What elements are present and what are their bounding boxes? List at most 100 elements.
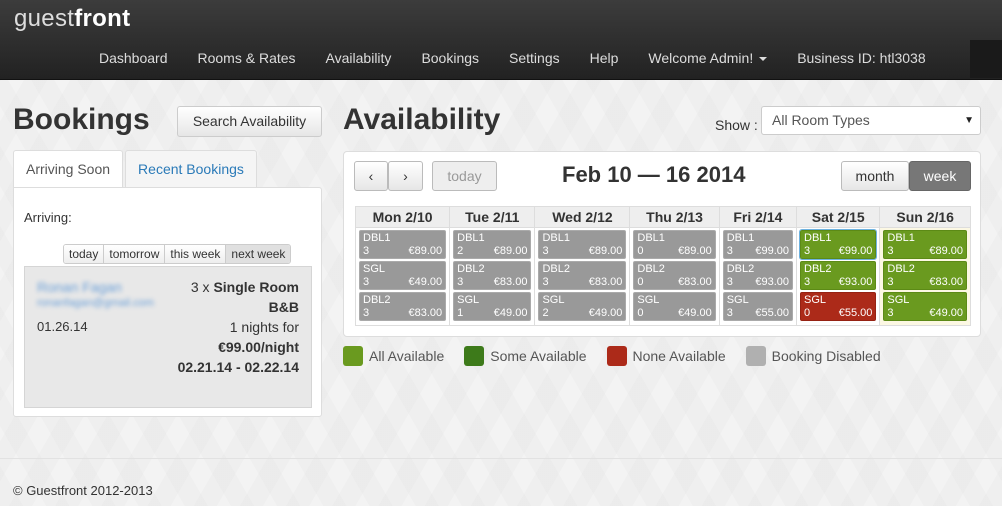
slot-type: DBL1 [726, 232, 755, 244]
slot-count: 3 [726, 276, 733, 288]
nav-bookings[interactable]: Bookings [406, 44, 494, 72]
room-slot[interactable]: DBL1 3 €89.00 [359, 230, 447, 259]
room-slot[interactable]: DBL2 3 €93.00 [722, 261, 794, 290]
slot-count: 0 [637, 245, 644, 257]
slot-type: SGL [804, 294, 827, 306]
room-slot[interactable]: SGL 3 €49.00 [883, 292, 967, 321]
slot-type: DBL2 [887, 263, 915, 275]
slot-type: SGL [457, 294, 480, 306]
prev-week-button[interactable]: ‹ [354, 161, 388, 191]
arrival-list-item[interactable]: Ronan Fagan ronanfagan@gmail.com 01.26.1… [24, 266, 312, 408]
room-slot[interactable]: SGL 3 €49.00 [359, 261, 447, 290]
slot-price: €89.00 [678, 245, 712, 257]
guest-name[interactable]: Ronan Fagan [37, 279, 122, 295]
room-slot[interactable]: DBL2 3 €83.00 [453, 261, 532, 290]
day-cell[interactable]: DBL1 3 €99.00 DBL2 3 €93.00 SGL 3 €55.00 [718, 227, 798, 326]
room-slot[interactable]: DBL2 3 €83.00 [883, 261, 967, 290]
day-cell[interactable]: DBL1 3 €89.00 DBL2 3 €83.00 SGL 2 €49.00 [534, 227, 631, 326]
welcome-label: Welcome Admin! [648, 50, 754, 66]
brand-logo[interactable]: guestfront [14, 5, 130, 33]
slot-count: 1 [457, 307, 464, 319]
nav-dashboard[interactable]: Dashboard [84, 44, 183, 72]
room-slot[interactable]: DBL2 3 €83.00 [359, 292, 447, 321]
legend-swatch [343, 346, 363, 366]
today-button[interactable]: today [432, 161, 497, 191]
room-slot[interactable]: DBL2 3 €83.00 [538, 261, 627, 290]
day-header: Mon 2/10 [354, 206, 451, 228]
slot-type: DBL1 [363, 232, 391, 244]
room-type-select[interactable]: All Room Types ▼ [761, 106, 981, 135]
booking-date: 01.26.14 [37, 319, 88, 334]
room-slot[interactable]: DBL1 3 €99.00 [799, 229, 878, 260]
nav-scrollbar[interactable] [970, 40, 1002, 78]
bookings-tabs: Arriving Soon Recent Bookings [13, 150, 259, 188]
slot-count: 3 [457, 276, 464, 288]
filter-next-week[interactable]: next week [226, 245, 291, 263]
slot-count: 3 [363, 307, 370, 319]
slot-price: €83.00 [929, 276, 963, 288]
slot-type: DBL1 [457, 232, 485, 244]
bookings-panel-body: Arriving: today tomorrow this week next … [13, 187, 322, 417]
room-slot[interactable]: DBL1 0 €89.00 [633, 230, 716, 259]
room-slot[interactable]: SGL 0 €55.00 [800, 292, 877, 321]
slot-type: DBL2 [726, 263, 755, 275]
room-slot[interactable]: SGL 0 €49.00 [633, 292, 716, 321]
slot-type: DBL2 [457, 263, 485, 275]
search-availability-button[interactable]: Search Availability [177, 106, 322, 137]
slot-count: 2 [542, 307, 549, 319]
room-slot[interactable]: DBL1 3 €99.00 [722, 230, 794, 259]
slot-type: DBL1 [804, 232, 832, 244]
room-slot[interactable]: DBL2 3 €93.00 [800, 261, 877, 290]
day-cell[interactable]: DBL1 3 €89.00 DBL2 3 €83.00 SGL 3 €49.00 [879, 227, 971, 326]
room-slot[interactable]: SGL 1 €49.00 [453, 292, 532, 321]
nav-settings[interactable]: Settings [494, 44, 575, 72]
calendar-range-title: Feb 10 — 16 2014 [562, 162, 746, 187]
room-slot[interactable]: DBL1 3 €89.00 [538, 230, 627, 259]
next-week-button[interactable]: › [388, 161, 423, 191]
tab-recent-bookings[interactable]: Recent Bookings [125, 150, 257, 188]
slot-count: 3 [363, 245, 370, 257]
slot-price: €89.00 [929, 245, 963, 257]
slot-type: DBL2 [363, 294, 391, 306]
room-slot[interactable]: DBL1 2 €89.00 [453, 230, 532, 259]
slot-price: €89.00 [493, 245, 528, 257]
legend-label: All Available [369, 348, 445, 364]
legend-label: Some Available [490, 348, 587, 364]
day-cell[interactable]: DBL1 3 €99.00 DBL2 3 €93.00 SGL 0 €55.00 [796, 227, 881, 326]
slot-type: SGL [363, 263, 386, 275]
nav-user-menu[interactable]: Welcome Admin! [633, 44, 782, 72]
legend-label: None Available [632, 348, 726, 364]
nav-help[interactable]: Help [575, 44, 634, 72]
filter-tomorrow[interactable]: tomorrow [104, 245, 166, 263]
tab-arriving-soon[interactable]: Arriving Soon [13, 150, 124, 188]
slot-price: €99.00 [838, 245, 873, 257]
room-slot[interactable]: DBL1 3 €89.00 [883, 230, 967, 259]
slot-price: €49.00 [493, 307, 528, 319]
room-slot[interactable]: SGL 2 €49.00 [538, 292, 627, 321]
slot-count: 3 [363, 276, 370, 288]
filter-this-week[interactable]: this week [165, 245, 227, 263]
room-slot[interactable]: DBL2 0 €83.00 [633, 261, 716, 290]
caret-down-icon [759, 57, 768, 62]
filter-today[interactable]: today [64, 245, 105, 263]
footer-divider [0, 458, 1002, 459]
slot-price: €83.00 [678, 276, 712, 288]
day-cell[interactable]: DBL1 2 €89.00 DBL2 3 €83.00 SGL 1 €49.00 [449, 227, 536, 326]
day-cell[interactable]: DBL1 3 €89.00 SGL 3 €49.00 DBL2 3 €83.00 [354, 227, 451, 326]
day-header: Tue 2/11 [449, 206, 536, 228]
availability-title: Availability [343, 103, 501, 136]
legend-item: None Available [606, 346, 726, 366]
slot-price: €83.00 [588, 276, 623, 288]
room-slot[interactable]: SGL 3 €55.00 [722, 292, 794, 321]
show-label: Show : [715, 117, 758, 133]
slot-price: €49.00 [408, 276, 443, 288]
week-view-button[interactable]: week [909, 161, 971, 191]
day-header: Thu 2/13 [629, 206, 720, 228]
arriving-label: Arriving: [24, 210, 72, 225]
booking-range: 02.21.14 - 02.22.14 [177, 359, 299, 375]
nav-availability[interactable]: Availability [311, 44, 407, 72]
nav-rooms-rates[interactable]: Rooms & Rates [183, 44, 311, 72]
day-cell[interactable]: DBL1 0 €89.00 DBL2 0 €83.00 SGL 0 €49.00 [629, 227, 720, 326]
month-view-button[interactable]: month [841, 161, 909, 191]
guest-email[interactable]: ronanfagan@gmail.com [37, 297, 154, 309]
